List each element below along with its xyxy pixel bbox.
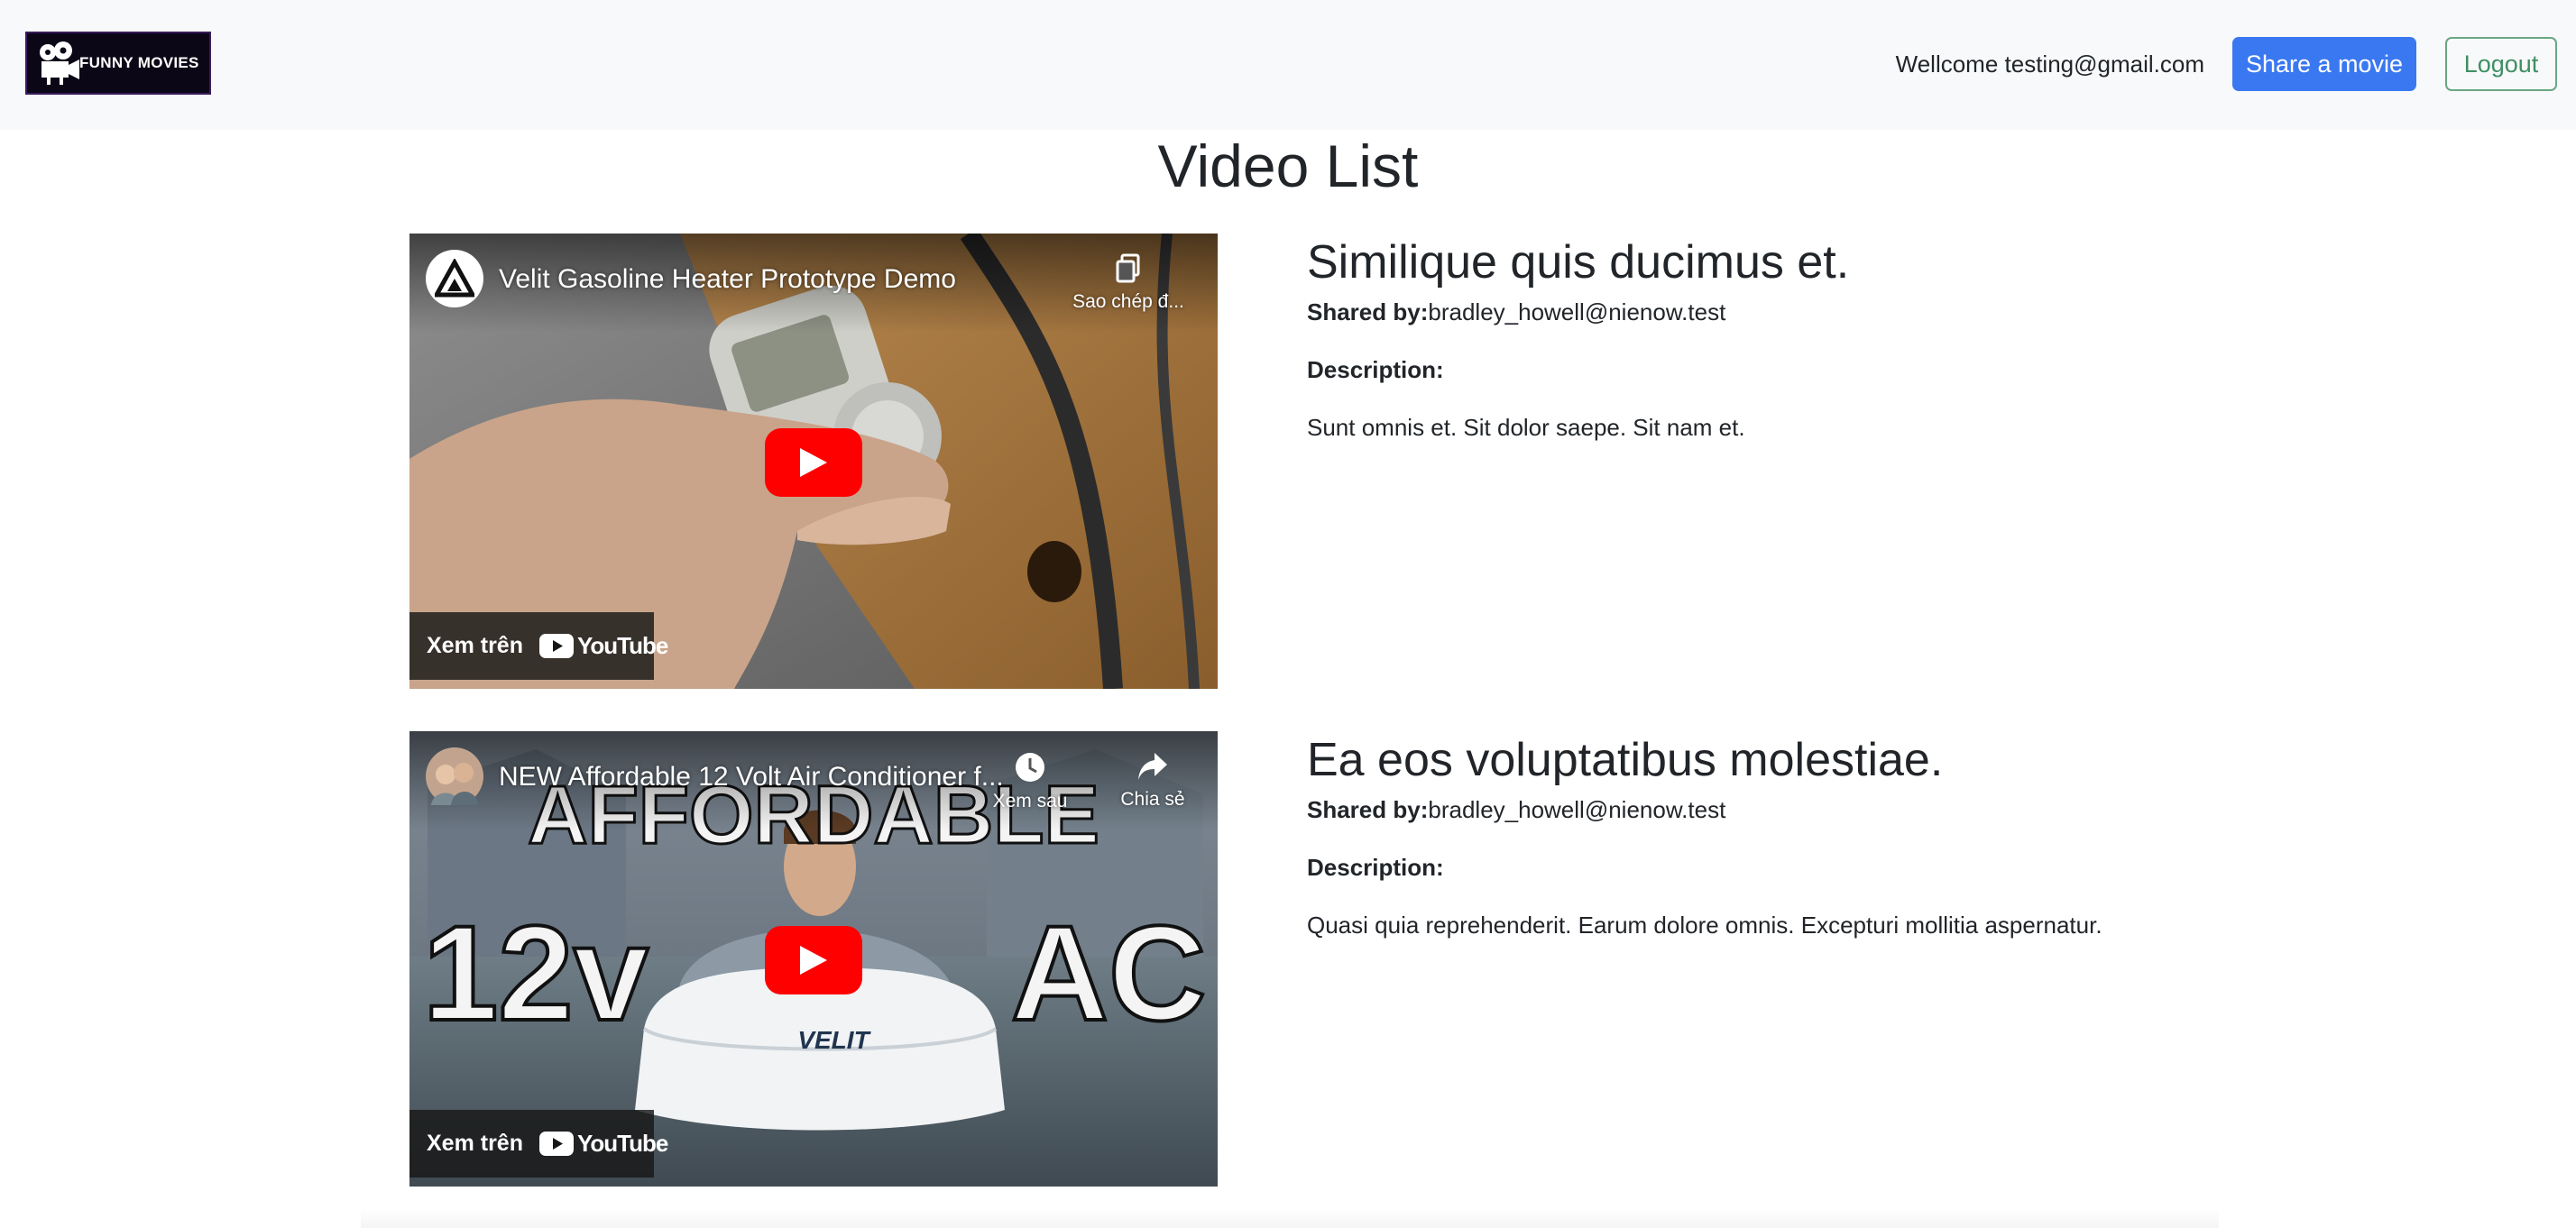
thumbnail-ac-text: AC — [1011, 897, 1207, 1049]
play-icon — [800, 946, 827, 975]
play-button[interactable] — [765, 428, 862, 497]
shared-by-label: Shared by: — [1307, 298, 1429, 325]
shared-by-email: bradley_howell@nienow.test — [1428, 796, 1726, 823]
copy-icon — [1116, 253, 1140, 283]
description-text: Sunt omnis et. Sit dolor saepe. Sit nam … — [1307, 414, 1745, 441]
youtube-logo: YouTube — [538, 632, 668, 660]
youtube-player[interactable]: AFFORDABLE 12v AC VELIT NEW Affordable 1… — [409, 731, 1218, 1187]
shared-by: Shared by:bradley_howell@nienow.test — [1307, 297, 2389, 327]
welcome-text: Wellcome testing@gmail.com — [1895, 50, 2204, 78]
video-card: Velit Gasoline Heater Prototype Demo Sao… — [0, 234, 2576, 689]
copy-link-label: Sao chép đ... — [1072, 291, 1184, 312]
video-title: Similique quis ducimus et. — [1307, 236, 1850, 289]
share-video-label: Chia sẻ — [1120, 789, 1185, 810]
channel-avatar[interactable] — [426, 747, 483, 805]
youtube-logo: YouTube — [538, 1130, 668, 1158]
watch-on-label: Xem trên — [427, 633, 523, 658]
youtube-wordmark: YouTube — [576, 632, 668, 659]
velit-logo-icon — [435, 259, 474, 298]
video-info: Ea eos voluptatibus molestiae. Shared by… — [1307, 731, 2389, 940]
shared-by-email: bradley_howell@nienow.test — [1428, 298, 1726, 325]
watch-on-label: Xem trên — [427, 1131, 523, 1156]
clock-icon — [1016, 753, 1044, 782]
youtube-wordmark: YouTube — [576, 1130, 668, 1157]
watch-later-button[interactable]: Xem sau — [985, 751, 1075, 812]
player-video-title[interactable]: Velit Gasoline Heater Prototype Demo — [499, 264, 1004, 295]
scroll-shadow — [361, 1208, 2219, 1228]
play-icon — [800, 448, 827, 477]
watch-on-youtube-button[interactable]: Xem trên YouTube — [409, 1110, 668, 1178]
youtube-play-icon — [538, 1132, 574, 1156]
description-text: Quasi quia reprehenderit. Earum dolore o… — [1307, 912, 2102, 939]
channel-avatar[interactable] — [426, 250, 483, 307]
shared-by: Shared by:bradley_howell@nienow.test — [1307, 794, 2389, 825]
logout-button[interactable]: Logout — [2445, 37, 2557, 91]
player-video-title[interactable]: NEW Affordable 12 Volt Air Conditioner f… — [499, 762, 1004, 793]
watch-on-youtube-button[interactable]: Xem trên YouTube — [409, 612, 668, 680]
share-movie-button[interactable]: Share a movie — [2232, 37, 2416, 91]
share-arrow-icon — [1138, 753, 1167, 780]
description-label: Description: — [1307, 854, 1444, 881]
navbar: FUNNY MOVIES Wellcome testing@gmail.com … — [0, 0, 2576, 130]
youtube-play-icon — [538, 634, 574, 658]
thumbnail-12v-text: 12v — [423, 897, 649, 1049]
watch-later-label: Xem sau — [992, 791, 1068, 811]
share-video-button[interactable]: Chia sẻ — [1108, 751, 1198, 811]
thumbnail-brand-text: VELIT — [797, 1026, 871, 1054]
video-card: AFFORDABLE 12v AC VELIT NEW Affordable 1… — [0, 731, 2576, 1187]
copy-link-button[interactable]: Sao chép đ... — [1065, 253, 1191, 313]
funny-movies-logo[interactable]: FUNNY MOVIES — [25, 32, 211, 95]
page-title: Video List — [1157, 133, 1419, 199]
shared-by-label: Shared by: — [1307, 796, 1429, 823]
youtube-player[interactable]: Velit Gasoline Heater Prototype Demo Sao… — [409, 234, 1218, 689]
description-label: Description: — [1307, 356, 1444, 383]
video-info: Similique quis ducimus et. Shared by:bra… — [1307, 234, 2389, 443]
channel-avatar-icon — [431, 763, 478, 805]
film-camera-icon — [40, 41, 79, 85]
video-title: Ea eos voluptatibus molestiae. — [1307, 734, 1944, 786]
play-button[interactable] — [765, 926, 862, 994]
logo-text: FUNNY MOVIES — [79, 54, 199, 71]
